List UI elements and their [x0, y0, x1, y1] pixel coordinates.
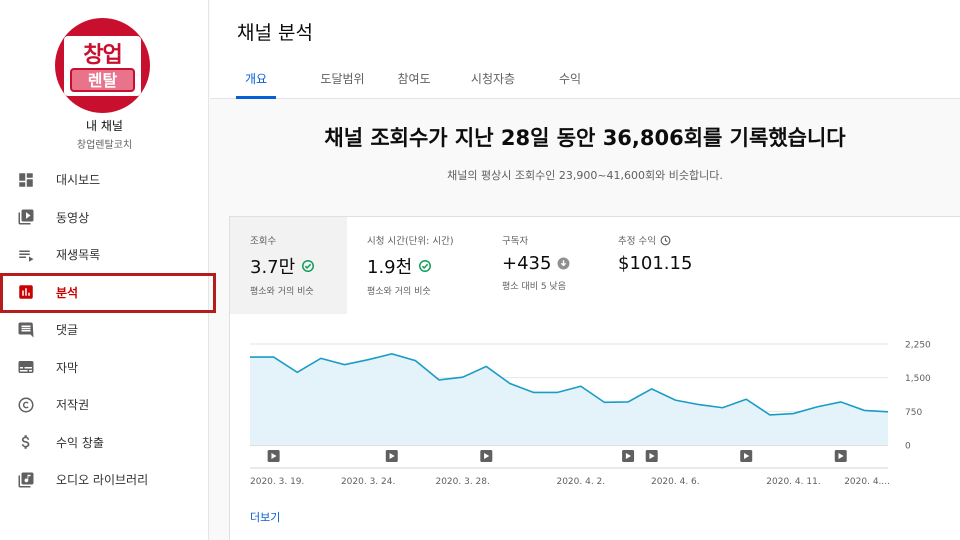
- sidebar-item-analytics[interactable]: 분석: [0, 274, 209, 312]
- chart-x-tick-label: 2020. 4. 6.: [651, 477, 700, 487]
- sidebar-item-label: 분석: [56, 285, 79, 300]
- studio-app: 창업 렌탈 내 채널 창업렌탈코치 대시보드 동영상 재생목록 분석 댓글 자막…: [0, 0, 960, 540]
- metric-value: $101.15: [618, 253, 738, 274]
- chart-y-tick-label: 750: [905, 408, 922, 418]
- clock-icon: [660, 235, 671, 245]
- dollar-icon: [17, 433, 35, 451]
- playlist-icon: [17, 246, 35, 264]
- subtitles-icon: [17, 358, 35, 376]
- tab-overview[interactable]: 개요: [236, 60, 276, 99]
- avatar-logo-text-top: 창업: [83, 43, 122, 68]
- channel-name: 창업렌탈코치: [76, 140, 133, 151]
- video-library-icon: [17, 208, 35, 226]
- sidebar-item-label: 저작권: [56, 398, 90, 413]
- sidebar-item-label: 재생목록: [56, 248, 101, 263]
- metric-note: 평소와 거의 비슷: [367, 287, 431, 297]
- sidebar-item-label: 오디오 라이브러리: [56, 473, 149, 488]
- metric-watch-time[interactable]: 시청 시간(단위: 시간) 1.9천 평소와 거의 비슷: [347, 217, 482, 314]
- chart-area: [250, 353, 888, 445]
- metric-value-text: +435: [502, 253, 552, 274]
- metric-note: 평소와 거의 비슷: [250, 287, 314, 297]
- metric-value: 1.9천: [367, 253, 482, 279]
- comment-icon: [17, 321, 35, 339]
- check-circle-icon: [419, 260, 432, 272]
- analytics-icon: [17, 283, 35, 301]
- summary-subline: 채널의 평상시 조회수인 23,900~41,600회와 비슷합니다.: [447, 169, 723, 182]
- sidebar-item-comments[interactable]: 댓글: [0, 311, 209, 349]
- tab-revenue[interactable]: 수익: [555, 60, 585, 99]
- metric-label: 조회수: [250, 236, 277, 247]
- sidebar-item-playlists[interactable]: 재생목록: [0, 236, 209, 274]
- page-title: 채널 분석: [237, 22, 313, 44]
- chart-x-tick-label: 2020. 4....: [844, 477, 890, 487]
- sidebar-item-label: 동영상: [56, 210, 90, 225]
- sidebar-item-videos[interactable]: 동영상: [0, 199, 209, 237]
- metric-value: +435: [502, 253, 598, 274]
- tab-audience[interactable]: 시청자층: [463, 60, 523, 99]
- chart-x-tick-label: 2020. 4. 11.: [766, 477, 820, 487]
- chart-y-tick-label: 2,250: [905, 341, 931, 351]
- sidebar-item-dashboard[interactable]: 대시보드: [0, 161, 209, 199]
- metric-value-text: 1.9천: [367, 257, 413, 278]
- dashboard-icon: [17, 171, 35, 189]
- metric-label: 추정 수익: [618, 233, 738, 247]
- summary-headline: 채널 조회수가 지난 28일 동안 36,806회를 기록했습니다: [324, 126, 846, 150]
- page-header: 채널 분석 개요 도달범위 참여도 시청자층 수익: [210, 0, 960, 99]
- metric-value-text: 3.7만: [250, 257, 296, 278]
- metric-revenue[interactable]: 추정 수익 $101.15: [598, 217, 738, 314]
- chart-x-tick-label: 2020. 3. 19.: [250, 477, 304, 487]
- down-arrow-icon: [557, 257, 570, 270]
- metric-views[interactable]: 조회수 3.7만 평소와 거의 비슷: [230, 217, 347, 314]
- chart-y-tick-label: 0: [905, 442, 911, 452]
- sidebar-item-monetization[interactable]: 수익 창출: [0, 424, 209, 462]
- chart-x-tick-label: 2020. 4. 2.: [556, 477, 605, 487]
- metric-subscribers[interactable]: 구독자 +435 평소 대비 5 낮음: [482, 217, 598, 314]
- metric-label-text: 추정 수익: [618, 236, 656, 247]
- avatar-logo-text-bottom: 렌탈: [70, 68, 135, 92]
- chart-y-tick-label: 1,500: [905, 374, 931, 384]
- channel-avatar[interactable]: 창업 렌탈: [55, 18, 150, 113]
- see-more-link[interactable]: 더보기: [250, 509, 280, 525]
- tab-engagement[interactable]: 참여도: [394, 60, 434, 99]
- audio-library-icon: [17, 471, 35, 489]
- sidebar-item-label: 댓글: [56, 323, 79, 338]
- chart-x-tick-label: 2020. 3. 28.: [435, 477, 489, 487]
- avatar-logo: 창업 렌탈: [64, 36, 141, 96]
- copyright-icon: [17, 396, 35, 414]
- sidebar-item-label: 자막: [56, 360, 79, 375]
- sidebar-item-audio-library[interactable]: 오디오 라이브러리: [0, 461, 209, 499]
- metric-value: 3.7만: [250, 253, 347, 279]
- metric-label: 시청 시간(단위: 시간): [367, 236, 454, 247]
- chart-x-tick-label: 2020. 3. 24.: [341, 477, 395, 487]
- sidebar-item-label: 대시보드: [56, 173, 101, 188]
- sidebar-nav: 대시보드 동영상 재생목록 분석 댓글 자막 저작권 수익 창출 오디오 라이브…: [0, 161, 209, 499]
- my-channel-label: 내 채널: [86, 119, 123, 133]
- views-chart-svg: 0 750 1,500 2,250 2020. 3. 19. 2020. 3. 24. 20…: [250, 341, 931, 487]
- views-chart: 0 750 1,500 2,250 2020. 3. 19. 2020. 3. 24. 20…: [229, 316, 960, 496]
- metric-label: 구독자: [502, 236, 529, 247]
- sidebar-item-copyright[interactable]: 저작권: [0, 386, 209, 424]
- tab-reach[interactable]: 도달범위: [309, 60, 376, 99]
- check-circle-icon: [302, 260, 315, 272]
- sidebar-item-subtitles[interactable]: 자막: [0, 349, 209, 387]
- metric-note: 평소 대비 5 낮음: [502, 282, 566, 292]
- sidebar: 창업 렌탈 내 채널 창업렌탈코치 대시보드 동영상 재생목록 분석 댓글 자막…: [0, 0, 209, 540]
- sidebar-item-label: 수익 창출: [56, 435, 104, 450]
- metric-value-text: $101.15: [618, 253, 693, 274]
- tab-bar: 개요 도달범위 참여도 시청자층 수익: [236, 60, 585, 99]
